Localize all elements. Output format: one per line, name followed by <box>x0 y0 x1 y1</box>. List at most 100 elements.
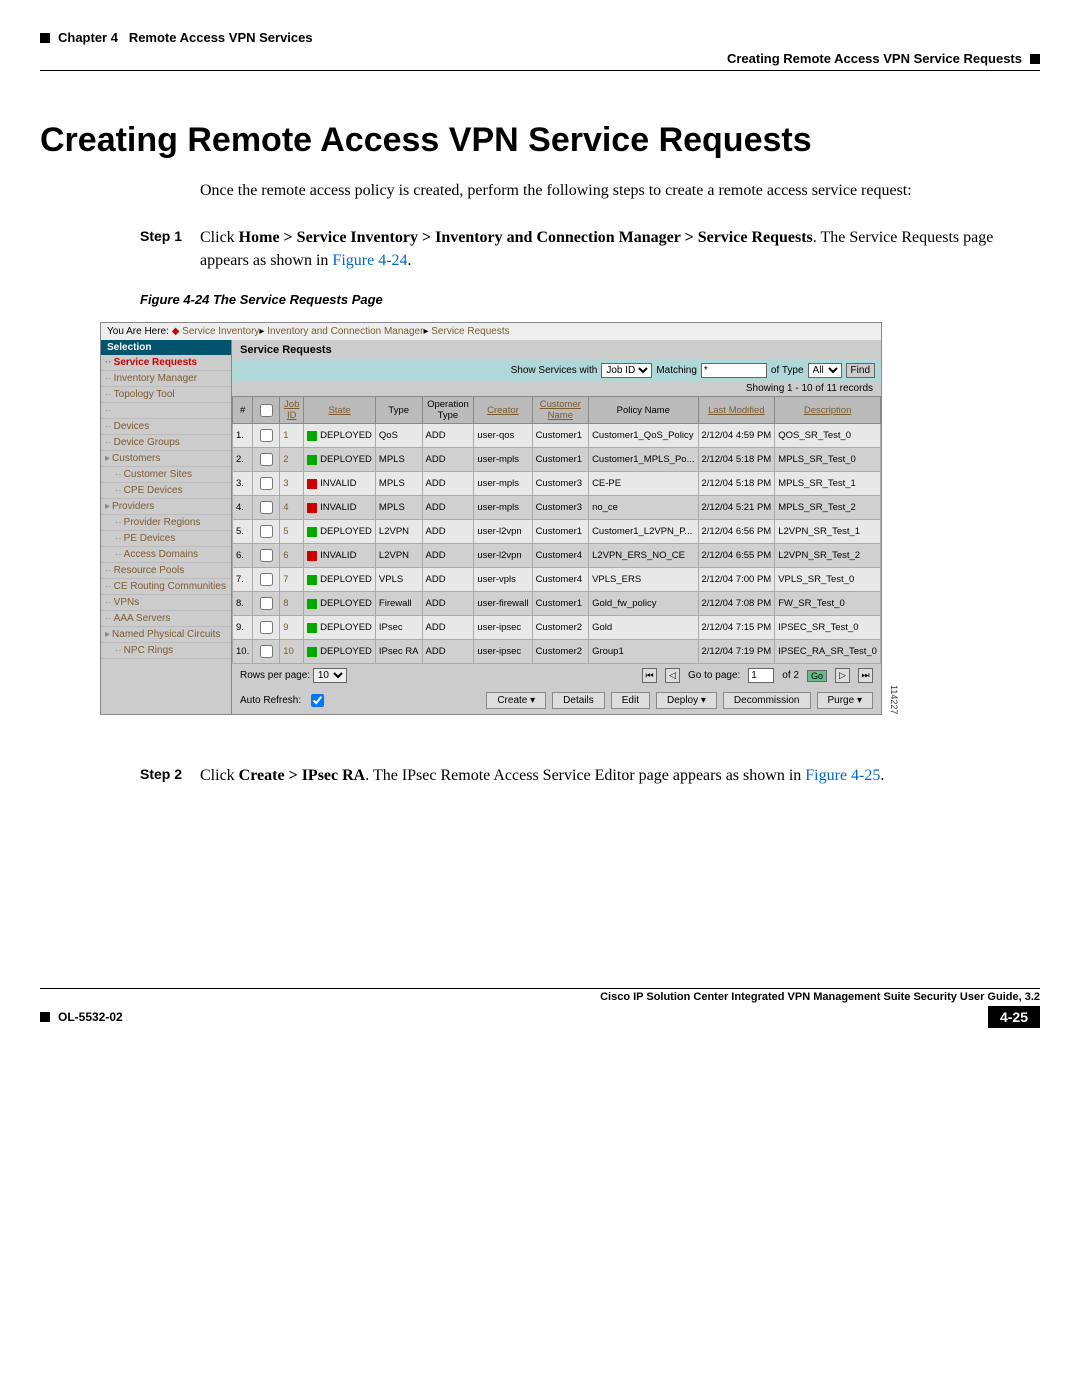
row-checkbox[interactable] <box>260 453 273 466</box>
table-row: 9.9DEPLOYEDIPsecADDuser-ipsecCustomer2Go… <box>233 616 881 640</box>
figure-link[interactable]: Figure 4-25 <box>805 767 880 784</box>
find-button[interactable]: Find <box>846 363 875 378</box>
go-button[interactable]: Go <box>807 670 827 682</box>
col-num: # <box>233 397 253 424</box>
sidebar-item[interactable]: ··PE Devices <box>101 531 231 547</box>
row-checkbox[interactable] <box>260 429 273 442</box>
sidebar-item[interactable]: ··CE Routing Communities <box>101 579 231 595</box>
first-page-button[interactable]: ⏮ <box>642 668 657 683</box>
rows-per-page-select[interactable]: 10 <box>313 668 347 683</box>
sidebar-item[interactable]: ▸Customers <box>101 451 231 467</box>
jobid-link[interactable]: 9 <box>280 616 304 640</box>
sidebar-item[interactable]: ··Inventory Manager <box>101 371 231 387</box>
crumb-link[interactable]: Service Requests <box>431 326 509 337</box>
sidebar-item[interactable]: ··Resource Pools <box>101 563 231 579</box>
col-state[interactable]: State <box>304 397 376 424</box>
header-square-icon <box>40 33 50 43</box>
jobid-link[interactable]: 2 <box>280 448 304 472</box>
col-customer[interactable]: Customer Name <box>532 397 589 424</box>
jobid-link[interactable]: 6 <box>280 544 304 568</box>
row-checkbox[interactable] <box>260 549 273 562</box>
details-button[interactable]: Details <box>552 692 605 709</box>
state-icon <box>307 623 317 633</box>
sidebar-item[interactable]: ·· <box>101 403 231 419</box>
table-row: 2.2DEPLOYEDMPLSADDuser-mplsCustomer1Cust… <box>233 448 881 472</box>
sidebar-item[interactable]: ··Device Groups <box>101 435 231 451</box>
page-title: Creating Remote Access VPN Service Reque… <box>40 121 1040 160</box>
next-page-button[interactable]: ▷ <box>835 668 850 683</box>
filter-type-select[interactable]: All <box>808 363 842 378</box>
table-row: 4.4INVALIDMPLSADDuser-mplsCustomer3no_ce… <box>233 496 881 520</box>
sidebar-item[interactable]: ··CPE Devices <box>101 483 231 499</box>
col-desc[interactable]: Description <box>775 397 881 424</box>
goto-page-input[interactable] <box>748 668 774 683</box>
sidebar-item[interactable]: ··Customer Sites <box>101 467 231 483</box>
state-icon <box>307 455 317 465</box>
state-icon <box>307 503 317 513</box>
row-checkbox[interactable] <box>260 645 273 658</box>
row-checkbox[interactable] <box>260 477 273 490</box>
page-header: Chapter 4 Remote Access VPN Services Cre… <box>40 30 1040 71</box>
row-checkbox[interactable] <box>260 525 273 538</box>
action-bar: Auto Refresh: Create ▾ Details Edit Depl… <box>232 687 881 714</box>
edit-button[interactable]: Edit <box>611 692 650 709</box>
filter-field-select[interactable]: Job ID <box>601 363 652 378</box>
prev-page-button[interactable]: ◁ <box>665 668 680 683</box>
filter-bar: Show Services with Job ID Matching of Ty… <box>232 360 881 381</box>
page-footer: Cisco IP Solution Center Integrated VPN … <box>40 988 1040 1028</box>
jobid-link[interactable]: 1 <box>280 424 304 448</box>
table-row: 10.10DEPLOYEDIPsec RAADDuser-ipsecCustom… <box>233 640 881 664</box>
figure-id: 114227 <box>889 685 899 714</box>
jobid-link[interactable]: 3 <box>280 472 304 496</box>
crumb-link[interactable]: Service Inventory <box>182 326 259 337</box>
sidebar-item[interactable]: ··AAA Servers <box>101 611 231 627</box>
sidebar-item[interactable]: ··Service Requests <box>101 355 231 371</box>
figure-link[interactable]: Figure 4-24 <box>332 252 407 269</box>
col-check[interactable] <box>253 397 280 424</box>
step-1: Step 1 Click Home > Service Inventory > … <box>140 227 1040 272</box>
select-all-checkbox[interactable] <box>260 404 273 417</box>
sidebar-item[interactable]: ··Devices <box>101 419 231 435</box>
pager: Rows per page: 10 ⏮ ◁ Go to page: of 2 G… <box>232 664 881 687</box>
sidebar-item[interactable]: ··Topology Tool <box>101 387 231 403</box>
sidebar-item[interactable]: ··VPNs <box>101 595 231 611</box>
sidebar-item[interactable]: ··NPC Rings <box>101 643 231 659</box>
jobid-link[interactable]: 10 <box>280 640 304 664</box>
crumb-link[interactable]: Inventory and Connection Manager <box>267 326 423 337</box>
footer-square-icon <box>40 1012 50 1022</box>
last-page-button[interactable]: ⏭ <box>858 668 873 683</box>
col-jobid[interactable]: Job ID <box>280 397 304 424</box>
footer-book-title: Cisco IP Solution Center Integrated VPN … <box>40 991 1040 1003</box>
header-square-icon <box>1030 54 1040 64</box>
auto-refresh-checkbox[interactable] <box>311 694 324 707</box>
state-icon <box>307 575 317 585</box>
row-checkbox[interactable] <box>260 621 273 634</box>
chapter-label: Chapter 4 <box>58 30 118 45</box>
state-icon <box>307 647 317 657</box>
col-creator[interactable]: Creator <box>474 397 532 424</box>
state-icon <box>307 599 317 609</box>
col-modified[interactable]: Last Modified <box>698 397 775 424</box>
sidebar-item[interactable]: ▸Providers <box>101 499 231 515</box>
section-title: Creating Remote Access VPN Service Reque… <box>727 51 1022 66</box>
jobid-link[interactable]: 4 <box>280 496 304 520</box>
deploy-button[interactable]: Deploy ▾ <box>656 692 717 709</box>
table-row: 8.8DEPLOYEDFirewallADDuser-firewallCusto… <box>233 592 881 616</box>
col-policy: Policy Name <box>589 397 698 424</box>
row-checkbox[interactable] <box>260 597 273 610</box>
sidebar-item[interactable]: ··Provider Regions <box>101 515 231 531</box>
sidebar-item[interactable]: ▸Named Physical Circuits <box>101 627 231 643</box>
jobid-link[interactable]: 7 <box>280 568 304 592</box>
jobid-link[interactable]: 8 <box>280 592 304 616</box>
row-checkbox[interactable] <box>260 501 273 514</box>
create-button[interactable]: Create ▾ <box>486 692 546 709</box>
jobid-link[interactable]: 5 <box>280 520 304 544</box>
row-checkbox[interactable] <box>260 573 273 586</box>
purge-button[interactable]: Purge ▾ <box>817 692 874 709</box>
filter-matching-input[interactable] <box>701 363 767 378</box>
main-panel: Service Requests Show Services with Job … <box>232 340 881 714</box>
decommission-button[interactable]: Decommission <box>723 692 811 709</box>
table-row: 3.3INVALIDMPLSADDuser-mplsCustomer3CE-PE… <box>233 472 881 496</box>
sidebar-item[interactable]: ··Access Domains <box>101 547 231 563</box>
panel-title: Service Requests <box>232 340 881 360</box>
